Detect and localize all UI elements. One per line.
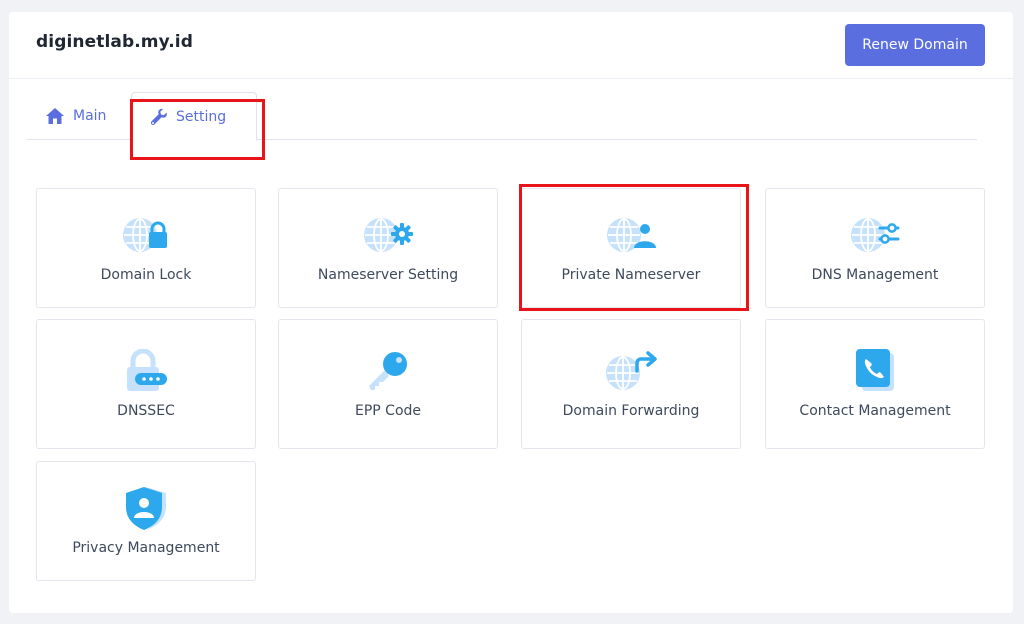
globe-gear-icon [361, 213, 415, 257]
tile-domain-lock[interactable]: Domain Lock [36, 188, 256, 308]
tab-main[interactable]: Main [45, 92, 106, 140]
tab-main-label: Main [73, 108, 107, 124]
globe-sliders-icon [848, 213, 902, 257]
tile-contact-management[interactable]: Contact Management [765, 319, 985, 449]
tile-privacy-management[interactable]: Privacy Management [36, 461, 256, 581]
wrench-icon [150, 108, 168, 126]
tile-nameserver-setting[interactable]: Nameserver Setting [278, 188, 498, 308]
tile-label: Nameserver Setting [317, 267, 459, 283]
home-icon [45, 107, 65, 125]
tile-dnssec[interactable]: DNSSEC [36, 319, 256, 449]
tile-label: Domain Forwarding [562, 403, 700, 419]
card-header: diginetlab.my.id Renew Domain [9, 12, 1013, 79]
tile-label: Privacy Management [72, 540, 220, 556]
tile-dns-management[interactable]: DNS Management [765, 188, 985, 308]
tile-label: DNS Management [811, 267, 939, 283]
tile-label: Private Nameserver [561, 267, 701, 283]
tile-label: EPP Code [354, 403, 422, 419]
tile-domain-forwarding[interactable]: Domain Forwarding [521, 319, 741, 449]
tile-label: Contact Management [799, 403, 951, 419]
tile-label: DNSSEC [117, 403, 175, 419]
tab-bar: Main Setting [27, 92, 977, 141]
key-icon [365, 349, 411, 393]
domain-title: diginetlab.my.id [36, 32, 193, 52]
padlock-password-icon [123, 349, 169, 393]
tile-epp-code[interactable]: EPP Code [278, 319, 498, 449]
tab-setting[interactable]: Setting [131, 92, 257, 141]
tile-private-nameserver[interactable]: Private Nameserver [521, 188, 741, 308]
globe-forward-icon [603, 349, 659, 393]
phone-book-icon [852, 349, 898, 393]
tile-label: Domain Lock [100, 267, 192, 283]
tab-setting-label: Setting [176, 108, 227, 125]
renew-domain-button[interactable]: Renew Domain [845, 24, 985, 66]
globe-user-icon [604, 213, 658, 257]
globe-lock-icon [120, 213, 172, 257]
shield-user-icon [124, 486, 168, 530]
